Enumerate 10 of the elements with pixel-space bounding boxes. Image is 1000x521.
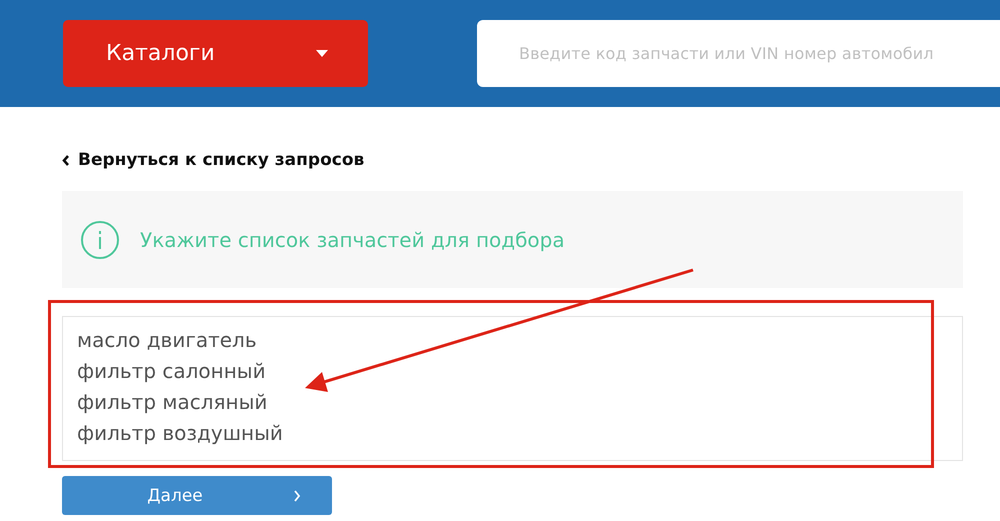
search-field[interactable]: Введите код запчасти или VIN номер автомобил xyxy=(477,20,1000,87)
parts-list-field[interactable]: масло двигатель фильтр салонный фильтр масляный фильтр воздушный xyxy=(62,316,963,461)
next-button[interactable]: Далее xyxy=(62,476,332,515)
chevron-left-icon xyxy=(62,154,70,166)
info-icon xyxy=(80,220,120,260)
catalogs-button[interactable]: Каталоги xyxy=(63,20,368,87)
info-message: Укажите список запчастей для подбора xyxy=(140,228,565,252)
back-link[interactable]: Вернуться к списку запросов xyxy=(62,149,364,171)
chevron-right-icon xyxy=(292,490,301,502)
caret-icon xyxy=(316,50,328,57)
